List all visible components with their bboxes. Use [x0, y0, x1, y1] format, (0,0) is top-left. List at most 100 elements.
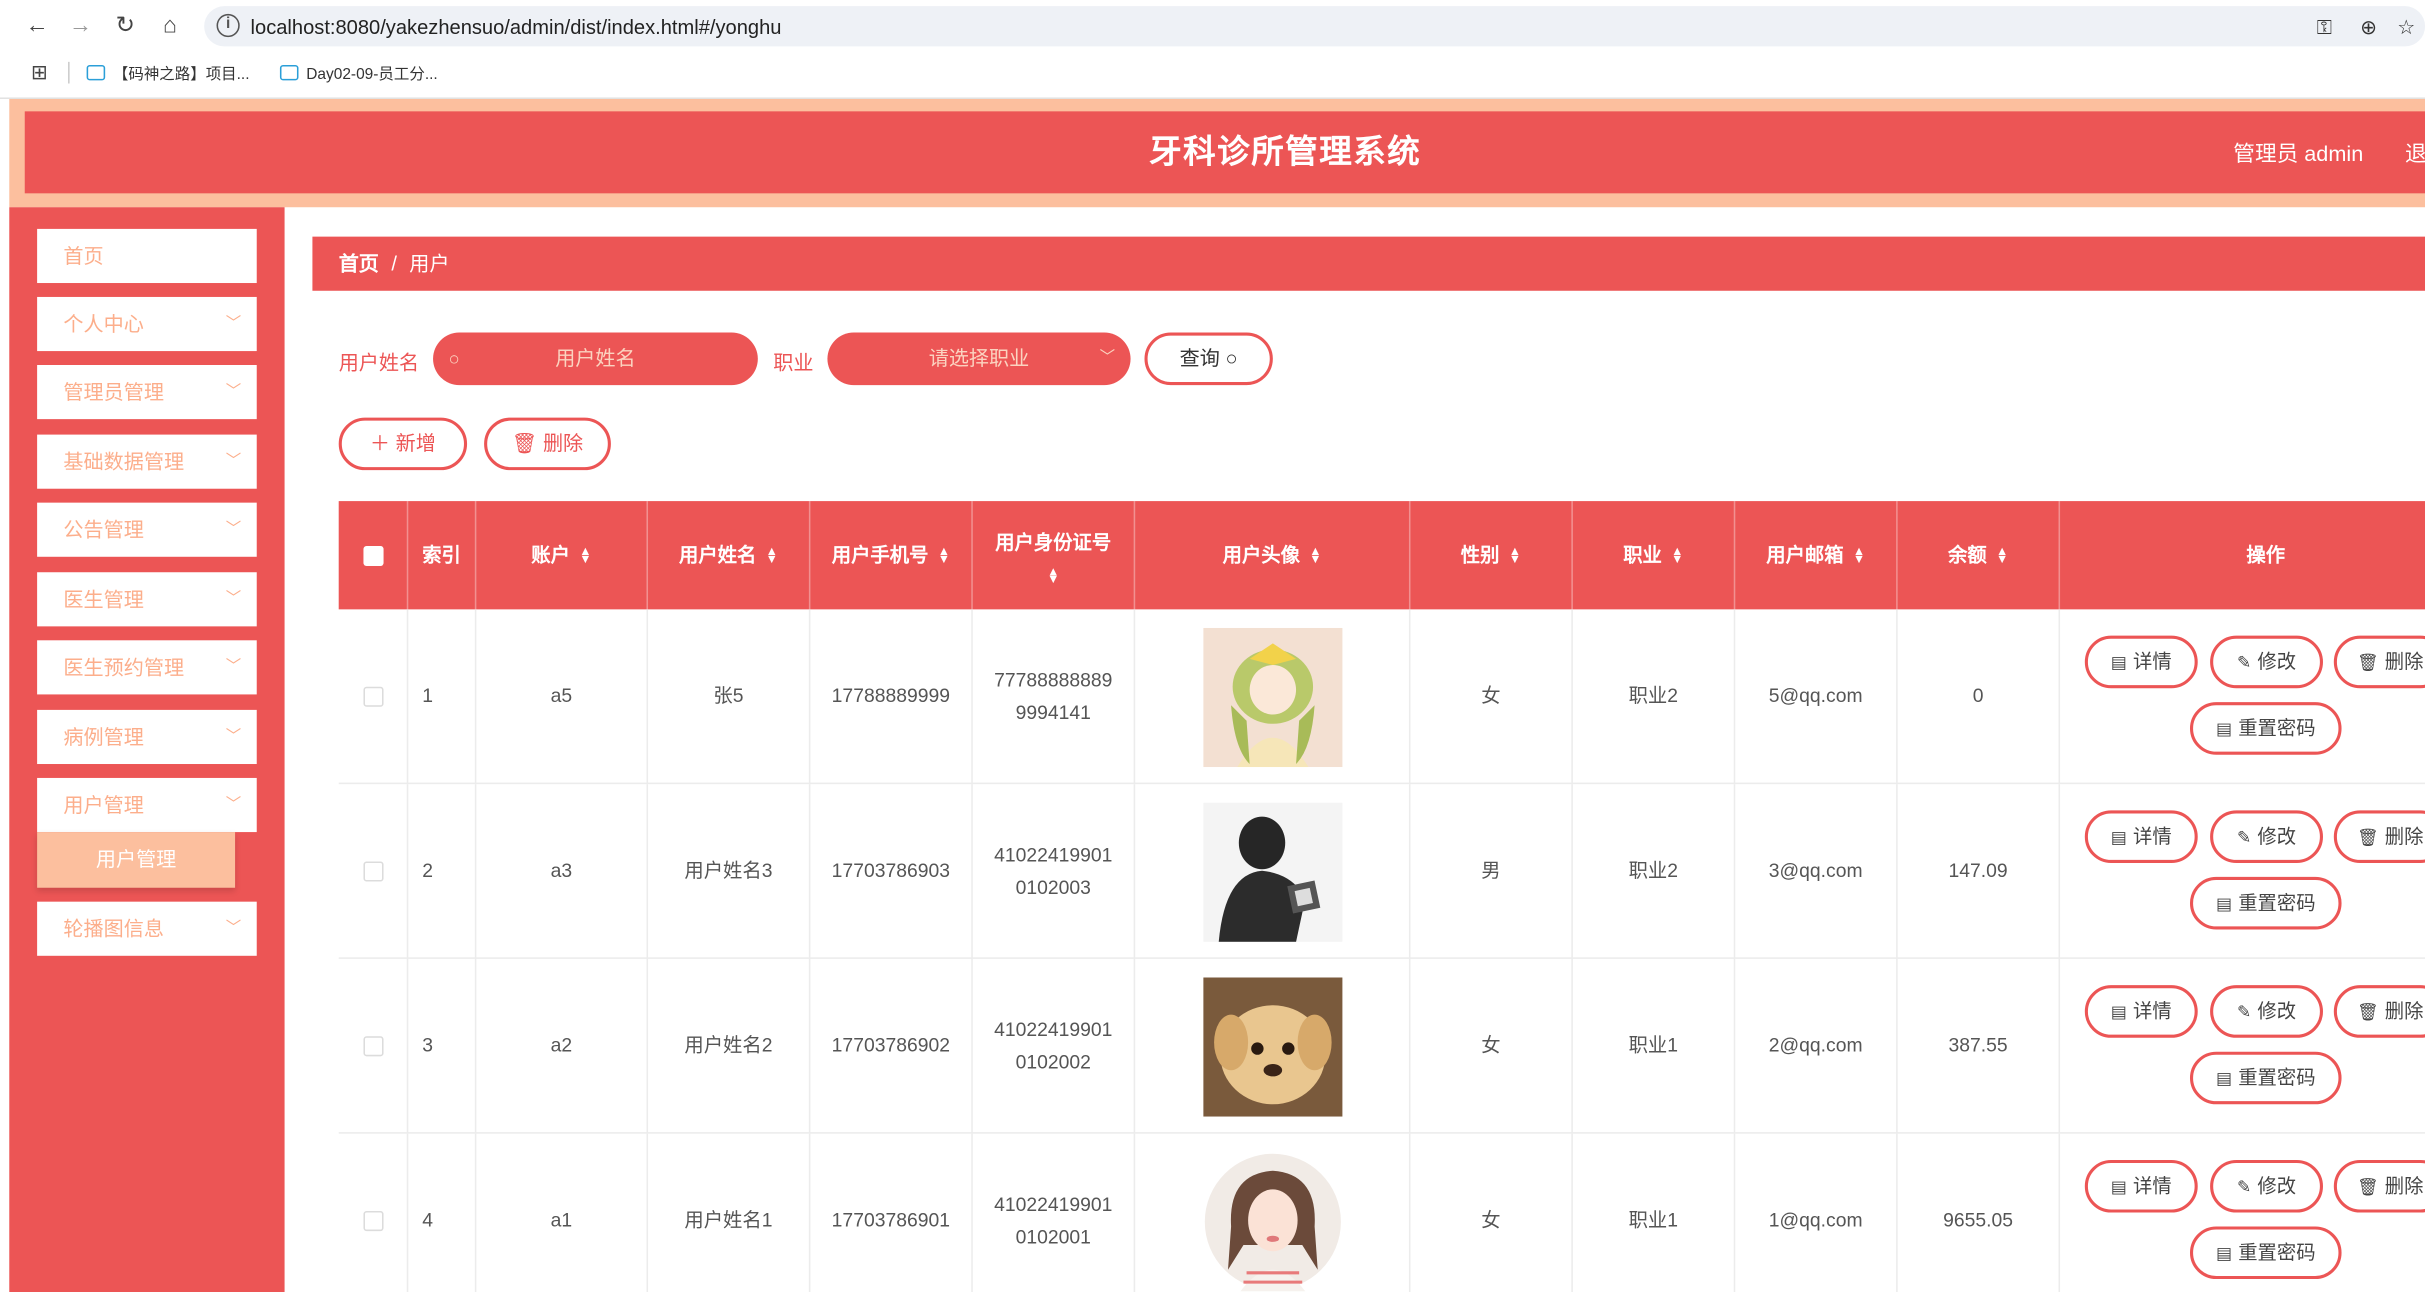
document-icon: ▤: [2110, 1003, 2127, 1023]
sort-icon[interactable]: ▲ ▼: [1853, 545, 1865, 565]
breadcrumb-home[interactable]: 首页: [339, 252, 379, 275]
header-account[interactable]: 账户 ▲ ▼: [476, 501, 649, 610]
document-icon: ▤: [2215, 895, 2233, 915]
avatar-image: [1202, 976, 1342, 1116]
bookmark-item[interactable]: Day02-09-员工分...: [279, 60, 438, 84]
batch-delete-button[interactable]: 🗑 删除: [484, 417, 611, 471]
table-header: 索引 账户 ▲ ▼ 用户姓名 ▲ ▼ 用户手机号 ▲ ▼ 用户身份证号 ▲ ▼ 用户头像 ▲ ▼ 性…: [338, 501, 2425, 610]
sort-icon[interactable]: ▲ ▼: [766, 545, 778, 565]
edit-icon: ✎: [2236, 1003, 2252, 1023]
star-icon[interactable]: ☆: [2397, 15, 2415, 40]
address-bar[interactable]: i localhost:8080/yakezhensuo/admin/dist/…: [204, 6, 2425, 47]
cell-actions: ▤ 详情 ✎ 修改 🗑 删除 ▤ 重置密码: [2060, 959, 2425, 1134]
sort-icon[interactable]: ▲ ▼: [1671, 545, 1683, 565]
header-gender[interactable]: 性别 ▲ ▼: [1410, 501, 1573, 610]
edit-button[interactable]: ✎ 修改: [2210, 810, 2323, 864]
cell-index: 2: [408, 784, 477, 959]
cell-name: 用户姓名2: [648, 958, 811, 1134]
cell-avatar: [1135, 1133, 1411, 1292]
url-text[interactable]: localhost:8080/yakezhensuo/admin/dist/in…: [251, 15, 782, 38]
sidebar-item-notice-management[interactable]: 公告管理 ﹀: [37, 502, 257, 557]
bookmark-item[interactable]: 【码神之路】项目...: [86, 60, 250, 84]
cell-balance: 9655.05: [1898, 1133, 2061, 1292]
select-all-checkbox[interactable]: [362, 545, 383, 566]
sidebar-item-carousel[interactable]: 轮播图信息 ﹀: [37, 901, 257, 956]
forward-icon[interactable]: →: [65, 11, 96, 42]
logout-link[interactable]: 退出: [2405, 138, 2425, 169]
sidebar-item-personal-center[interactable]: 个人中心 ﹀: [37, 296, 257, 352]
row-checkbox[interactable]: [362, 1210, 383, 1232]
delete-button[interactable]: 🗑 删除: [2333, 1159, 2425, 1213]
edit-button[interactable]: ✎ 修改: [2210, 635, 2323, 689]
delete-button[interactable]: 🗑 删除: [2333, 985, 2425, 1038]
table-row: 1 a5 张5 17788889999 77788888889 9994141 女…: [338, 609, 2425, 785]
header-avatar[interactable]: 用户头像 ▲ ▼: [1135, 501, 1411, 610]
header-phone[interactable]: 用户手机号 ▲ ▼: [810, 501, 973, 610]
reset-password-button[interactable]: ▤ 重置密码: [2189, 1051, 2342, 1105]
site-info-icon[interactable]: i: [216, 13, 240, 38]
sidebar-item-doctor-management[interactable]: 医生管理 ﹀: [37, 572, 257, 627]
cell-idcard: 41022419901 0102001: [973, 1133, 1136, 1292]
header-idcard[interactable]: 用户身份证号 ▲ ▼: [973, 501, 1136, 610]
reset-password-button[interactable]: ▤ 重置密码: [2189, 876, 2342, 930]
document-icon: ▤: [2110, 654, 2127, 673]
trash-icon: 🗑: [511, 431, 538, 455]
header-balance[interactable]: 余额 ▲ ▼: [1898, 501, 2061, 610]
reload-icon[interactable]: ↻: [110, 11, 141, 42]
key-icon[interactable]: ⚿: [2317, 15, 2332, 40]
sort-icon[interactable]: ▲ ▼: [579, 545, 591, 565]
add-button[interactable]: ＋ 新增: [338, 417, 468, 471]
row-checkbox[interactable]: [362, 686, 383, 707]
sidebar-item-admin-management[interactable]: 管理员管理 ﹀: [37, 364, 257, 420]
query-button[interactable]: 查询 ○: [1144, 332, 1273, 386]
sidebar-item-case-management[interactable]: 病例管理 ﹀: [37, 709, 257, 765]
trash-icon: 🗑: [2357, 1003, 2379, 1023]
cell-gender: 男: [1410, 784, 1573, 959]
header-job[interactable]: 职业 ▲ ▼: [1573, 501, 1736, 610]
sidebar-item-home[interactable]: 首页: [37, 228, 257, 284]
sort-icon[interactable]: ▲ ▼: [1309, 545, 1321, 565]
avatar-image: [1202, 801, 1342, 942]
reset-password-button[interactable]: ▤ 重置密码: [2189, 702, 2342, 755]
delete-button[interactable]: 🗑 删除: [2333, 635, 2425, 689]
cell-idcard: 77788888889 9994141: [973, 609, 1136, 785]
header-name[interactable]: 用户姓名 ▲ ▼: [648, 501, 811, 610]
sidebar-item-basic-data[interactable]: 基础数据管理 ﹀: [37, 434, 257, 489]
cell-gender: 女: [1410, 1133, 1573, 1292]
sidebar-subitem-user-management[interactable]: 用户管理: [37, 832, 236, 888]
job-filter-select[interactable]: 请选择职业 ﹀: [827, 332, 1131, 386]
sort-icon[interactable]: ▲ ▼: [1509, 545, 1521, 565]
apps-icon[interactable]: ⊞: [31, 60, 48, 85]
row-select-cell: [339, 784, 409, 959]
sort-icon[interactable]: ▲ ▼: [1047, 565, 1059, 585]
document-icon: ▤: [2215, 1245, 2233, 1264]
cell-account: a2: [476, 958, 649, 1134]
zoom-icon[interactable]: ⊕: [2360, 15, 2377, 40]
sort-icon[interactable]: ▲ ▼: [938, 545, 950, 565]
row-checkbox[interactable]: [362, 861, 383, 882]
edit-button[interactable]: ✎ 修改: [2210, 1159, 2323, 1213]
header-email[interactable]: 用户邮箱 ▲ ▼: [1735, 501, 1898, 610]
cell-name: 用户姓名3: [648, 784, 811, 959]
detail-button[interactable]: ▤ 详情: [2084, 985, 2198, 1038]
detail-button[interactable]: ▤ 详情: [2084, 635, 2198, 689]
delete-button[interactable]: 🗑 删除: [2333, 810, 2425, 864]
sidebar-item-appointment-management[interactable]: 医生预约管理 ﹀: [37, 640, 257, 695]
cell-phone: 17788889999: [810, 609, 973, 785]
search-icon: ○: [1225, 346, 1238, 370]
row-checkbox[interactable]: [362, 1036, 383, 1057]
home-icon[interactable]: ⌂: [155, 11, 186, 42]
detail-button[interactable]: ▤ 详情: [2084, 810, 2198, 864]
chevron-down-icon: ﹀: [225, 521, 242, 539]
cell-email: 1@qq.com: [1735, 1133, 1898, 1292]
admin-label: 管理员 admin: [2233, 140, 2364, 166]
chevron-down-icon: ﹀: [225, 590, 242, 608]
select-all-cell: [339, 501, 409, 610]
sort-icon[interactable]: ▲ ▼: [1996, 545, 2008, 565]
back-icon[interactable]: ←: [22, 11, 53, 42]
edit-button[interactable]: ✎ 修改: [2210, 985, 2323, 1038]
detail-button[interactable]: ▤ 详情: [2084, 1159, 2198, 1213]
sidebar-item-user-management[interactable]: 用户管理 ﹀: [37, 777, 257, 833]
name-filter-input[interactable]: ○ 用户姓名: [433, 332, 758, 386]
reset-password-button[interactable]: ▤ 重置密码: [2189, 1226, 2342, 1280]
